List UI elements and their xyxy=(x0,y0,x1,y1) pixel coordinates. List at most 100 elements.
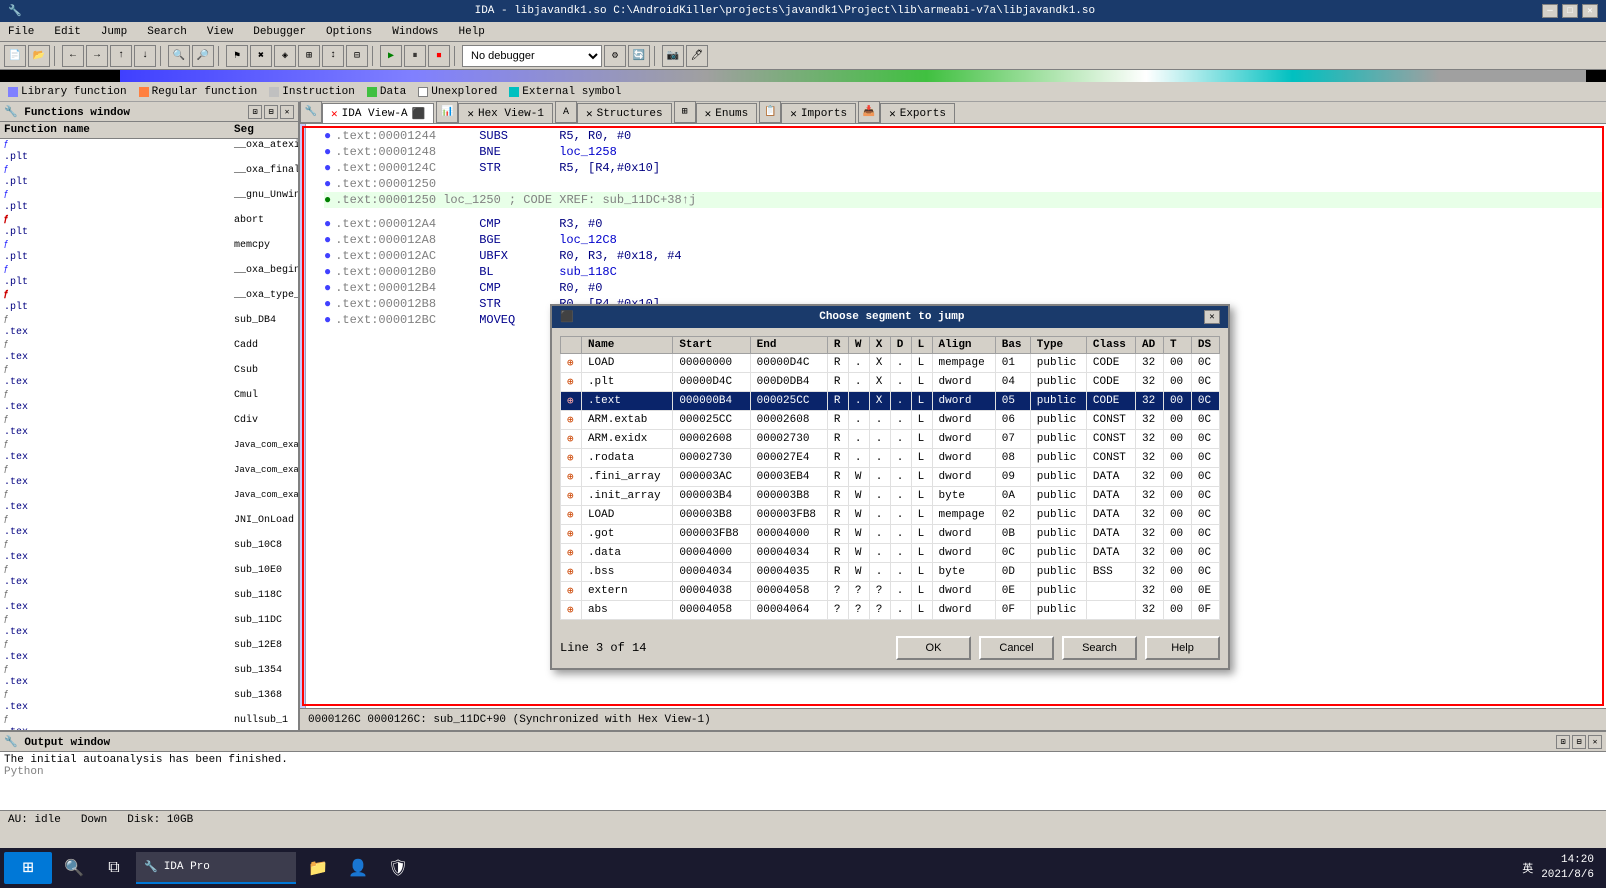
panel-float-btn[interactable]: ⊡ xyxy=(248,105,262,119)
table-row[interactable]: ⊕ .data 00004000 00004034 RW..L dword0Cp… xyxy=(561,544,1220,563)
toolbar-b4[interactable]: ⊟ xyxy=(346,45,368,67)
table-row[interactable]: ⊕ .init_array 000003B4 000003B8 RW..L by… xyxy=(561,487,1220,506)
tab-imports[interactable]: ✕ Imports xyxy=(781,103,856,123)
table-row[interactable]: ⊕ ARM.extab 000025CC 00002608 R...L dwor… xyxy=(561,411,1220,430)
toolbar-search1[interactable]: 🔍 xyxy=(168,45,190,67)
taskbar-ida-app[interactable]: 🔧 IDA Pro xyxy=(136,852,296,884)
list-item[interactable]: 𝑓 __oxa_atexit.plt xyxy=(0,139,298,164)
toolbar-up[interactable]: ↑ xyxy=(110,45,132,67)
toolbar-stop[interactable]: ⏹ xyxy=(428,45,450,67)
list-item[interactable]: 𝑓 memcpy.plt xyxy=(0,239,298,264)
dialog-search-button[interactable]: Search xyxy=(1062,636,1137,660)
tab-close-hex[interactable]: ✕ xyxy=(467,107,474,121)
menu-options[interactable]: Options xyxy=(322,24,376,40)
toolbar-debug2[interactable]: 🔄 xyxy=(628,45,650,67)
list-item[interactable]: 𝑓 sub_118C.tex xyxy=(0,589,298,614)
taskbar-user-icon[interactable]: 👤 xyxy=(340,852,376,884)
tab-close-struct[interactable]: ✕ xyxy=(586,107,593,121)
table-row[interactable]: ⊕ .rodata 00002730 000027E4 R...L dword0… xyxy=(561,449,1220,468)
table-row[interactable]: ⊕ ARM.exidx 00002608 00002730 R...L dwor… xyxy=(561,430,1220,449)
panel-close-btn[interactable]: ✕ xyxy=(280,105,294,119)
output-close-btn[interactable]: ✕ xyxy=(1588,735,1602,749)
dialog-close-button[interactable]: ✕ xyxy=(1204,310,1220,324)
menu-view[interactable]: View xyxy=(203,24,237,40)
list-item[interactable]: 𝑓 __oxa_begin_cleanup.plt xyxy=(0,264,298,289)
list-item[interactable]: 𝑓 __gnu_Unwind_Find_exidx.plt xyxy=(0,189,298,214)
close-button[interactable]: ✕ xyxy=(1582,4,1598,18)
toolbar-run[interactable]: ▶ xyxy=(380,45,402,67)
menu-search[interactable]: Search xyxy=(143,24,191,40)
list-item[interactable]: 𝑓 Java_com_example_javandk1_MainActivit.… xyxy=(0,439,298,464)
tab-ida-view[interactable]: ✕ IDA View-A ⬛ xyxy=(322,103,434,123)
toolbar-search2[interactable]: 🔎 xyxy=(192,45,214,67)
tab-close-exp[interactable]: ✕ xyxy=(889,107,896,121)
tab-structures[interactable]: ✕ Structures xyxy=(577,103,672,123)
start-button[interactable]: ⊞ xyxy=(4,852,52,884)
taskbar-task-view[interactable]: ⧉ xyxy=(96,852,132,884)
list-item[interactable]: 𝑓 sub_10C8.tex xyxy=(0,539,298,564)
taskbar-search-btn[interactable]: 🔍 xyxy=(56,852,92,884)
output-float-btn[interactable]: ⊡ xyxy=(1556,735,1570,749)
list-item[interactable]: 𝑓 sub_10E0.tex xyxy=(0,564,298,589)
table-row[interactable]: ⊕ abs 00004058 00004064 ???.L dword0Fpub… xyxy=(561,601,1220,620)
toolbar-back[interactable]: ← xyxy=(62,45,84,67)
menu-help[interactable]: Help xyxy=(454,24,488,40)
table-row[interactable]: ⊕ .fini_array 000003AC 00003EB4 RW..L dw… xyxy=(561,468,1220,487)
tab-close-imp[interactable]: ✕ xyxy=(790,107,797,121)
table-row[interactable]: ⊕ .bss 00004034 00004035 RW..L byte0Dpub… xyxy=(561,563,1220,582)
tab-close-ida[interactable]: ✕ xyxy=(331,107,338,121)
list-item[interactable]: 𝑓 Csub.tex xyxy=(0,364,298,389)
list-item[interactable]: 𝑓 sub_1368.tex xyxy=(0,689,298,714)
menu-debugger[interactable]: Debugger xyxy=(249,24,310,40)
tab-hex-view[interactable]: ✕ Hex View-1 xyxy=(458,103,553,123)
taskbar-file-explorer[interactable]: 📁 xyxy=(300,852,336,884)
table-row[interactable]: ⊕ LOAD 00000000 00000D4C R.X.L mempage01… xyxy=(561,354,1220,373)
list-item[interactable]: 𝑓 Cmul.tex xyxy=(0,389,298,414)
table-row[interactable]: ⊕ .got 000003FB8 00004000 RW..L dword0Bp… xyxy=(561,525,1220,544)
maximize-button[interactable]: □ xyxy=(1562,4,1578,18)
toolbar-snap[interactable]: 📷 xyxy=(662,45,684,67)
list-item[interactable]: 𝑓 Cdiv.tex xyxy=(0,414,298,439)
table-row[interactable]: ⊕ LOAD 000003B8 000003FB8 RW..L mempage0… xyxy=(561,506,1220,525)
func-list[interactable]: 𝑓 __oxa_atexit.plt 𝑓 __oxa_finalize.plt … xyxy=(0,139,298,730)
minimize-button[interactable]: ─ xyxy=(1542,4,1558,18)
table-row[interactable]: ⊕ extern 00004038 00004058 ???.L dword0E… xyxy=(561,582,1220,601)
list-item[interactable]: 𝑓 sub_DB4.tex xyxy=(0,314,298,339)
list-item[interactable]: 𝑓 nullsub_1.tex xyxy=(0,714,298,730)
menu-edit[interactable]: Edit xyxy=(50,24,84,40)
code-content[interactable]: ● .text:00001244 SUBS R5, R0, #0 ● .text… xyxy=(300,124,1606,708)
toolbar-down[interactable]: ↓ xyxy=(134,45,156,67)
list-item[interactable]: 𝑓 sub_1354.tex xyxy=(0,664,298,689)
table-row[interactable]: ⊕ .plt 00000D4C 000D0DB4 R.X.L dword04pu… xyxy=(561,373,1220,392)
toolbar-b3[interactable]: ↕ xyxy=(322,45,344,67)
taskbar-extra-btn[interactable]: 🛡 xyxy=(380,852,416,884)
list-item[interactable]: 𝑓 Java_com_example_javandk1_MainActivit.… xyxy=(0,489,298,514)
debugger-dropdown[interactable]: No debugger xyxy=(462,45,602,67)
list-item[interactable]: 𝑓 Java_com_example_javandk1_MainActivit.… xyxy=(0,464,298,489)
list-item[interactable]: 𝑓 abort.plt xyxy=(0,214,298,239)
panel-icon[interactable]: 🔧 xyxy=(300,101,322,123)
list-item[interactable]: 𝑓 __oxa_type_match.plt xyxy=(0,289,298,314)
menu-file[interactable]: File xyxy=(4,24,38,40)
toolbar-debug1[interactable]: ⚙ xyxy=(604,45,626,67)
list-item[interactable]: 𝑓 Cadd.tex xyxy=(0,339,298,364)
tab-enums[interactable]: ✕ Enums xyxy=(696,103,758,123)
dialog-cancel-button[interactable]: Cancel xyxy=(979,636,1054,660)
dialog-ok-button[interactable]: OK xyxy=(896,636,971,660)
toolbar-b2[interactable]: ⊞ xyxy=(298,45,320,67)
list-item[interactable]: 𝑓 JNI_OnLoad.tex xyxy=(0,514,298,539)
menu-windows[interactable]: Windows xyxy=(388,24,442,40)
toolbar-mark[interactable]: ⚑ xyxy=(226,45,248,67)
dialog-help-button[interactable]: Help xyxy=(1145,636,1220,660)
toolbar-b1[interactable]: ◈ xyxy=(274,45,296,67)
panel-dock-btn[interactable]: ⊟ xyxy=(264,105,278,119)
toolbar-fwd[interactable]: → xyxy=(86,45,108,67)
toolbar-snap2[interactable]: 🖊 xyxy=(686,45,708,67)
table-row[interactable]: ⊕ .text 000000B4 000025CC R.X.L dword05p… xyxy=(561,392,1220,411)
tab-close-enum[interactable]: ✕ xyxy=(705,107,712,121)
toolbar-open[interactable]: 📂 xyxy=(28,45,50,67)
toolbar-pause[interactable]: ⏸ xyxy=(404,45,426,67)
tab-exports[interactable]: ✕ Exports xyxy=(880,103,955,123)
list-item[interactable]: 𝑓 __oxa_finalize.plt xyxy=(0,164,298,189)
list-item[interactable]: 𝑓 sub_11DC.tex xyxy=(0,614,298,639)
